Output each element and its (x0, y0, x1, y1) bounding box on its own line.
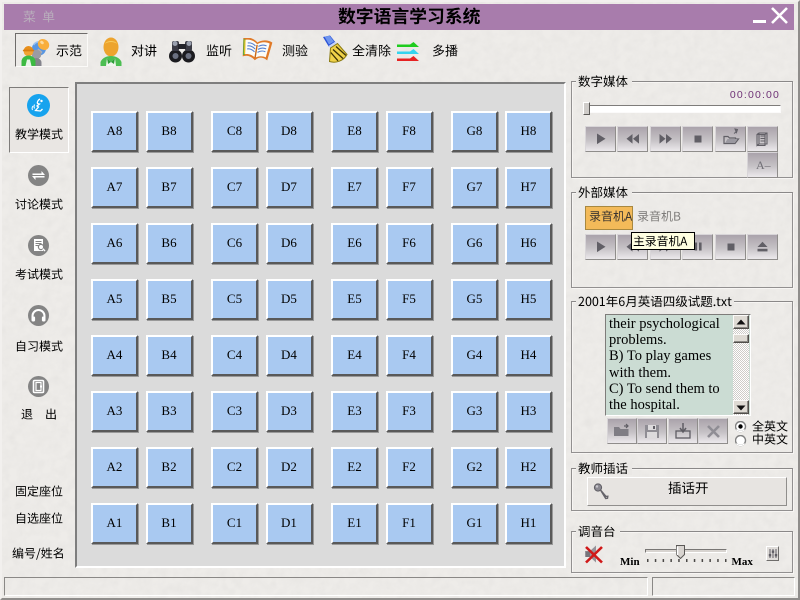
svg-text:A–: A– (756, 158, 772, 172)
